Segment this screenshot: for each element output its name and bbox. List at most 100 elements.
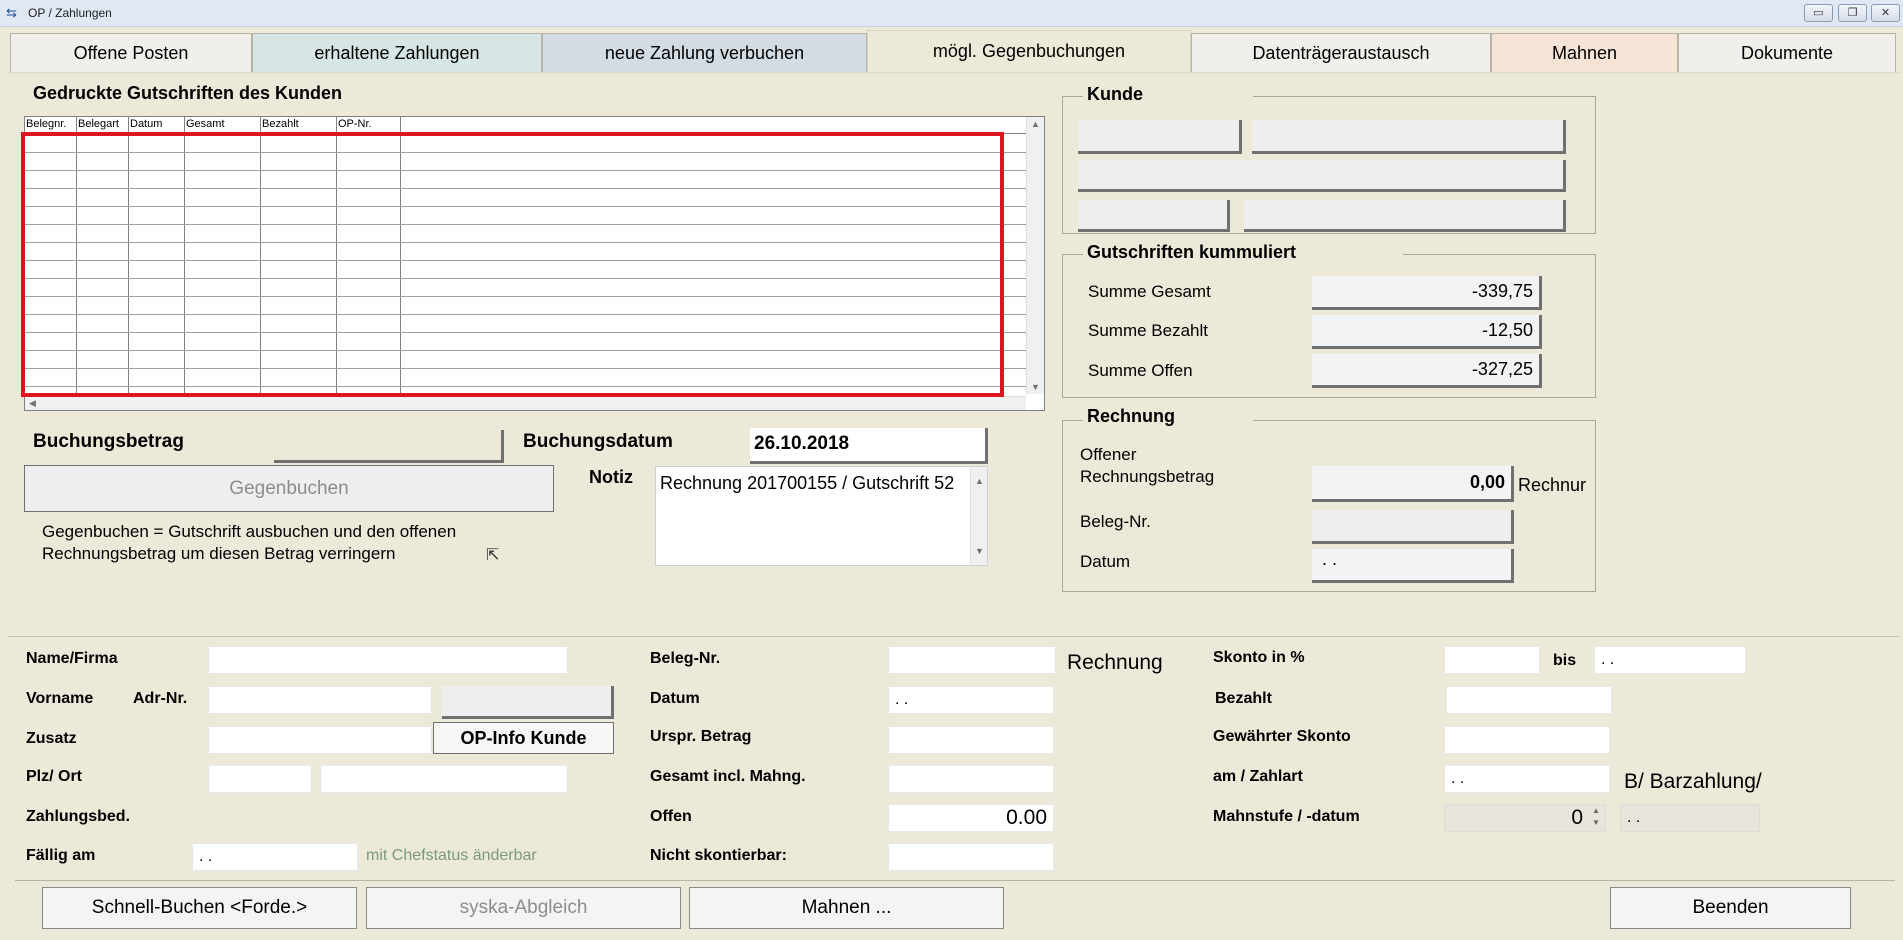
gesamt-field[interactable] — [888, 765, 1054, 793]
scroll-down-icon[interactable]: ▼ — [975, 539, 984, 563]
tab-strip: Offene Posten erhaltene Zahlungen neue Z… — [10, 30, 1898, 73]
bis-field[interactable]: . . — [1594, 646, 1746, 674]
window-title: OP / Zahlungen — [28, 6, 112, 20]
credits-total-title: Gutschriften kummuliert — [1083, 240, 1403, 269]
booking-amount-field[interactable] — [274, 430, 504, 463]
datum-field[interactable]: . . — [888, 686, 1054, 714]
urspr-label: Urspr. Betrag — [650, 728, 752, 745]
mahnstufe-label: Mahnstufe / -datum — [1213, 808, 1360, 825]
tab-datentraeger[interactable]: Datenträgeraustausch — [1191, 33, 1491, 73]
note-textarea[interactable]: Rechnung 201700155 / Gutschrift 52 ▲ ▼ — [655, 466, 988, 566]
name-field[interactable] — [208, 646, 568, 674]
tab-dokumente[interactable]: Dokumente — [1678, 33, 1896, 73]
note-label: Notiz — [589, 467, 633, 487]
scroll-up-icon[interactable]: ▲ — [1031, 119, 1040, 129]
customer-field-4[interactable] — [1078, 200, 1230, 232]
skonto-label: Skonto in % — [1213, 649, 1305, 666]
beenden-button[interactable]: Beenden — [1610, 887, 1851, 929]
syska-abgleich-button[interactable]: syska-Abgleich — [366, 887, 681, 929]
bis-label: bis — [1553, 652, 1577, 669]
op-info-kunde-button[interactable]: OP-Info Kunde — [433, 722, 614, 754]
customer-group-title: Kunde — [1083, 82, 1253, 111]
faellig-field[interactable]: . . — [192, 843, 358, 871]
tab-erhaltene-zahlungen[interactable]: erhaltene Zahlungen — [252, 33, 542, 73]
tab-label: neue Zahlung verbuchen — [604, 43, 805, 63]
invoice-beleg-label: Beleg-Nr. — [1080, 512, 1151, 531]
customer-field-3[interactable] — [1078, 160, 1566, 192]
invoice-datum-field[interactable]: . . — [1312, 549, 1514, 583]
summe-offen-value: -327,25 — [1312, 354, 1542, 388]
plz-field[interactable] — [208, 765, 312, 793]
gesamt-label: Gesamt incl. Mahng. — [650, 768, 806, 785]
skonto-field[interactable] — [1444, 646, 1540, 674]
booking-amount-label: Buchungsbetrag — [33, 431, 184, 452]
scroll-down-icon[interactable]: ▼ — [1031, 382, 1040, 392]
note-scrollbar[interactable]: ▲ ▼ — [970, 467, 987, 565]
customer-field-5[interactable] — [1244, 200, 1566, 232]
schnell-buchen-button[interactable]: Schnell-Buchen <Forde.> — [42, 887, 357, 929]
tab-gegenbuchungen[interactable]: mögl. Gegenbuchungen — [867, 30, 1191, 72]
zahlart-date-field[interactable]: . . — [1444, 765, 1610, 793]
zahlart-value: B/ Barzahlung/ — [1624, 770, 1762, 793]
datum-label: Datum — [650, 690, 700, 707]
spinner-arrows-icon[interactable]: ▲ ▼ — [1592, 805, 1600, 829]
beleg-label: Beleg-Nr. — [650, 650, 721, 667]
bezahlt-field[interactable] — [1446, 686, 1612, 714]
beleg-field[interactable] — [888, 646, 1056, 674]
gew-skonto-label: Gewährter Skonto — [1213, 728, 1351, 745]
summe-bezahlt-label: Summe Bezahlt — [1088, 321, 1208, 340]
urspr-field[interactable] — [888, 726, 1054, 754]
beleg-type: Rechnung — [1067, 651, 1163, 674]
invoice-datum-label: Datum — [1080, 552, 1131, 571]
scroll-up-icon[interactable]: ▲ — [975, 469, 984, 493]
adrnr-field[interactable] — [442, 686, 614, 719]
faellig-label: Fällig am — [26, 847, 96, 864]
minimize-button[interactable]: ▭ — [1804, 4, 1833, 22]
customer-field-2[interactable] — [1252, 120, 1566, 154]
name-label: Name/Firma — [26, 650, 118, 667]
chefstatus-note: mit Chefstatus änderbar — [366, 847, 537, 864]
booking-date-field[interactable]: 26.10.2018 — [750, 428, 988, 464]
mahndatum-field[interactable]: . . — [1620, 804, 1760, 832]
mahnstufe-spinner[interactable]: 0 — [1444, 804, 1606, 832]
open-amount-suffix: Rechnur — [1518, 475, 1587, 495]
booking-hint: Gegenbuchen = Gutschrift ausbuchen und d… — [42, 522, 457, 563]
booking-date-label: Buchungsdatum — [523, 431, 673, 452]
restore-button[interactable]: ❐ — [1838, 4, 1867, 22]
ort-field[interactable] — [320, 765, 568, 793]
tab-label: Datenträgeraustausch — [1252, 43, 1430, 63]
credits-heading: Gedruckte Gutschriften des Kunden — [33, 83, 343, 103]
gegenbuchen-button[interactable]: Gegenbuchen — [24, 465, 554, 512]
gew-skonto-field[interactable] — [1444, 726, 1610, 754]
note-text: Rechnung 201700155 / Gutschrift 52 — [660, 473, 955, 493]
tab-neue-zahlung[interactable]: neue Zahlung verbuchen — [542, 33, 867, 73]
grid-horizontal-scrollbar[interactable]: ◀ — [25, 396, 1026, 410]
grid-vertical-scrollbar[interactable]: ▲ ▼ — [1026, 117, 1044, 394]
mouse-pointer-icon: ⇱ — [486, 547, 500, 564]
tab-label: mögl. Gegenbuchungen — [932, 41, 1126, 61]
summe-gesamt-value: -339,75 — [1312, 276, 1542, 310]
scroll-left-icon[interactable]: ◀ — [29, 398, 36, 409]
offen-label: Offen — [650, 808, 692, 825]
nicht-skont-field[interactable] — [888, 843, 1054, 871]
tab-label: Mahnen — [1551, 43, 1618, 63]
tab-label: Offene Posten — [73, 43, 189, 63]
highlight-box — [21, 132, 1004, 397]
plz-label: Plz/ Ort — [26, 768, 83, 785]
tab-offene-posten[interactable]: Offene Posten — [10, 33, 252, 73]
bezahlt-label: Bezahlt — [1215, 690, 1272, 707]
zahlungsbed-label: Zahlungsbed. — [26, 808, 130, 825]
customer-field-1[interactable] — [1078, 120, 1242, 154]
open-amount-value: 0,00 — [1312, 466, 1514, 502]
zusatz-label: Zusatz — [26, 730, 77, 747]
vorname-field[interactable] — [208, 686, 432, 714]
tab-mahnen[interactable]: Mahnen — [1491, 33, 1678, 73]
vorname-label: Vorname — [26, 690, 94, 707]
invoice-beleg-field[interactable] — [1312, 510, 1514, 544]
mahnen-button[interactable]: Mahnen ... — [689, 887, 1004, 929]
offen-field: 0.00 — [888, 804, 1054, 832]
tab-label: erhaltene Zahlungen — [314, 43, 480, 63]
zusatz-field[interactable] — [208, 726, 432, 754]
tab-label: Dokumente — [1740, 43, 1834, 63]
close-button[interactable]: ✕ — [1871, 4, 1900, 22]
